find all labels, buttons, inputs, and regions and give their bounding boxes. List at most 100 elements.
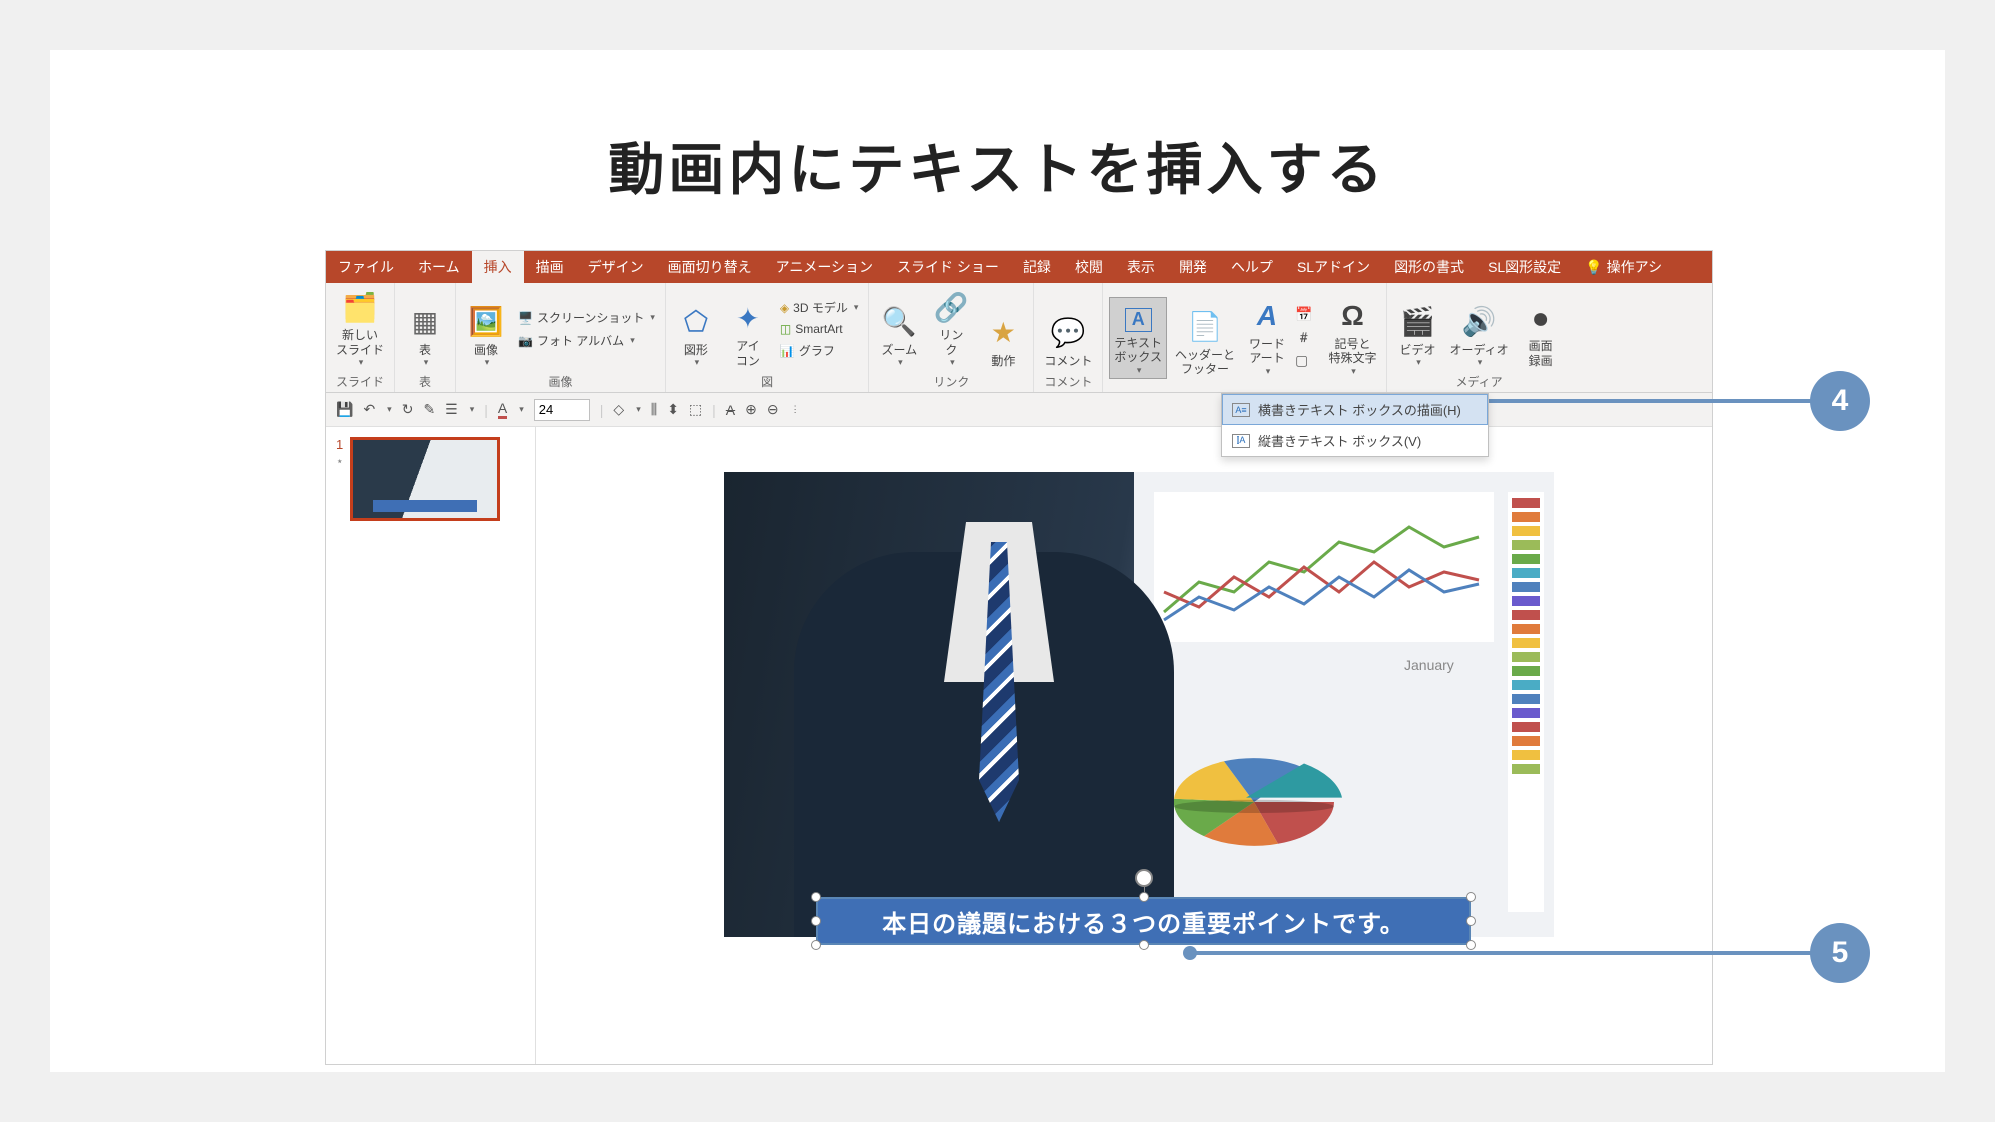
textbox-button[interactable]: A テキスト ボックス ▾ [1109,297,1167,379]
rotate-handle[interactable] [1135,869,1153,887]
chart-icon: 📊 [780,344,795,358]
picture-icon: 🖼️ [469,305,504,339]
arrange-icon[interactable]: ⬍ [667,401,679,418]
resize-handle-br[interactable] [1466,940,1476,950]
tab-record[interactable]: 記録 [1011,251,1063,283]
link-button[interactable]: 🔗 リン ク ▾ [927,288,975,370]
dropdown-horizontal-textbox[interactable]: A≡ 横書きテキスト ボックスの描画(H) [1222,394,1488,425]
screenshot-button[interactable]: 🖥️ スクリーンショット ▾ [514,307,659,328]
resize-handle-tm[interactable] [1139,892,1149,902]
resize-handle-bl[interactable] [811,940,821,950]
date-time-icon[interactable]: 📅 [1295,306,1312,323]
resize-handle-tl[interactable] [811,892,821,902]
dropdown-vertical-textbox[interactable]: ⫿A 縦書きテキスト ボックス(V) [1222,425,1488,456]
tab-help[interactable]: ヘルプ [1219,251,1285,283]
tab-file[interactable]: ファイル [326,251,406,283]
tab-review[interactable]: 校閲 [1063,251,1115,283]
callout-4: 4 [1810,371,1870,431]
chart-label: グラフ [799,342,835,359]
tab-draw[interactable]: 描画 [524,251,576,283]
tab-home[interactable]: ホーム [406,251,472,283]
screen-recording-label: 画面 録画 [1529,339,1553,368]
wordart-button[interactable]: A ワード アート ▾ [1243,297,1291,379]
video-icon: 🎬 [1400,305,1435,339]
new-slide-icon: 🗂️ [343,291,378,325]
zoom-in-icon[interactable]: ⊕ [745,401,757,418]
comment-icon: 💬 [1051,316,1086,350]
resize-handle-ml[interactable] [811,916,821,926]
3d-models-button[interactable]: ◈ 3D モデル ▾ [776,297,862,318]
slide-thumbnail-1[interactable] [350,437,500,521]
zoom-button[interactable]: 🔍 ズーム ▾ [875,288,923,370]
slide-canvas-area[interactable]: January [536,427,1712,1064]
action-button[interactable]: ★ 動作 [979,288,1027,370]
tab-tell-me[interactable]: 💡 操作アシ [1573,251,1712,283]
font-size-input[interactable] [534,399,590,421]
tab-view[interactable]: 表示 [1115,251,1167,283]
new-slide-button[interactable]: 🗂️ 新しい スライド ▾ [332,288,388,370]
video-placeholder[interactable]: January [724,472,1554,937]
table-label: 表 [419,343,431,357]
chevron-down-icon[interactable]: ▾ [387,404,392,415]
header-footer-button[interactable]: 📄 ヘッダーと フッター [1171,297,1239,379]
slide-number-icon[interactable]: #️ [1295,329,1312,346]
resize-handle-tr[interactable] [1466,892,1476,902]
smartart-button[interactable]: ◫ SmartArt [776,320,862,338]
chevron-down-icon[interactable]: ▾ [519,404,524,415]
group-symbols-label [1324,388,1380,390]
chevron-down-icon: ▾ [1478,357,1483,368]
slide: January [619,437,1629,1033]
comment-button[interactable]: 💬 コメント [1040,288,1096,370]
group-text-label [1109,388,1312,390]
dropdown-horizontal-label: 横書きテキスト ボックスの描画(H) [1258,400,1461,419]
redo-icon[interactable]: ↻ [402,401,414,418]
shapes-button[interactable]: ⬠ 図形 ▾ [672,288,720,370]
list-icon[interactable]: ☰ [445,401,458,418]
video-button[interactable]: 🎬 ビデオ ▾ [1393,288,1441,370]
shapes-label: 図形 [684,343,708,357]
tab-insert[interactable]: 挿入 [472,251,524,283]
textbox-content[interactable]: 本日の議題における３つの重要ポイントです。 [816,897,1471,945]
side-bars [1508,492,1544,912]
tab-design[interactable]: デザイン [576,251,656,283]
tab-transition[interactable]: 画面切り替え [656,251,764,283]
icons-button[interactable]: ✦ アイ コン [724,288,772,370]
resize-handle-bm[interactable] [1139,940,1149,950]
qat-overflow-icon[interactable]: ⋮ [791,404,800,415]
table-button[interactable]: ▦ 表 ▾ [401,288,449,370]
tab-animation[interactable]: アニメーション [764,251,885,283]
align-icon[interactable]: ⫼ [651,401,657,418]
spellcheck-icon[interactable]: ✎ [423,401,435,418]
audio-button[interactable]: 🔊 オーディオ ▾ [1445,288,1512,370]
header-footer-label: ヘッダーと フッター [1175,348,1235,377]
zoom-out-icon[interactable]: ⊖ [767,401,779,418]
symbol-button[interactable]: Ω 記号と 特殊文字 ▾ [1324,297,1380,379]
object-icon[interactable]: ▢ [1295,352,1312,369]
tab-shape-format[interactable]: 図形の書式 [1382,251,1476,283]
tab-developer[interactable]: 開発 [1167,251,1219,283]
vertical-textbox-icon: ⫿A [1232,434,1250,448]
undo-icon[interactable]: ↶ [363,401,375,418]
picture-button[interactable]: 🖼️ 画像 ▾ [462,288,510,370]
shape-fill-icon[interactable]: ◇ [613,401,624,418]
tab-sladdin[interactable]: SLアドイン [1285,251,1382,283]
callout-5: 5 [1810,923,1870,983]
group-tables: ▦ 表 ▾ 表 [395,283,456,392]
group-icon[interactable]: ⬚ [689,401,702,418]
font-color-icon[interactable]: A [498,400,507,419]
tab-slideshow[interactable]: スライド ショー [885,251,1011,283]
chevron-down-icon[interactable]: ▾ [470,404,475,415]
photo-album-button[interactable]: 📷 フォト アルバム ▾ [514,330,659,351]
tab-sl-shape[interactable]: SL図形設定 [1476,251,1573,283]
chevron-down-icon[interactable]: ▾ [636,404,641,415]
clear-format-icon[interactable]: A [726,402,735,418]
selected-textbox[interactable]: 本日の議題における３つの重要ポイントです。 [816,897,1471,945]
smartart-label: SmartArt [795,322,842,336]
save-icon[interactable]: 💾 [336,401,353,418]
group-slides: 🗂️ 新しい スライド ▾ スライド [326,283,395,392]
chart-button[interactable]: 📊 グラフ [776,340,862,361]
animation-star-icon: ⋆ [336,454,344,468]
screen-recording-button[interactable]: ⏺ 画面 録画 [1517,288,1565,370]
tell-me-label: 操作アシ [1607,257,1662,277]
resize-handle-mr[interactable] [1466,916,1476,926]
